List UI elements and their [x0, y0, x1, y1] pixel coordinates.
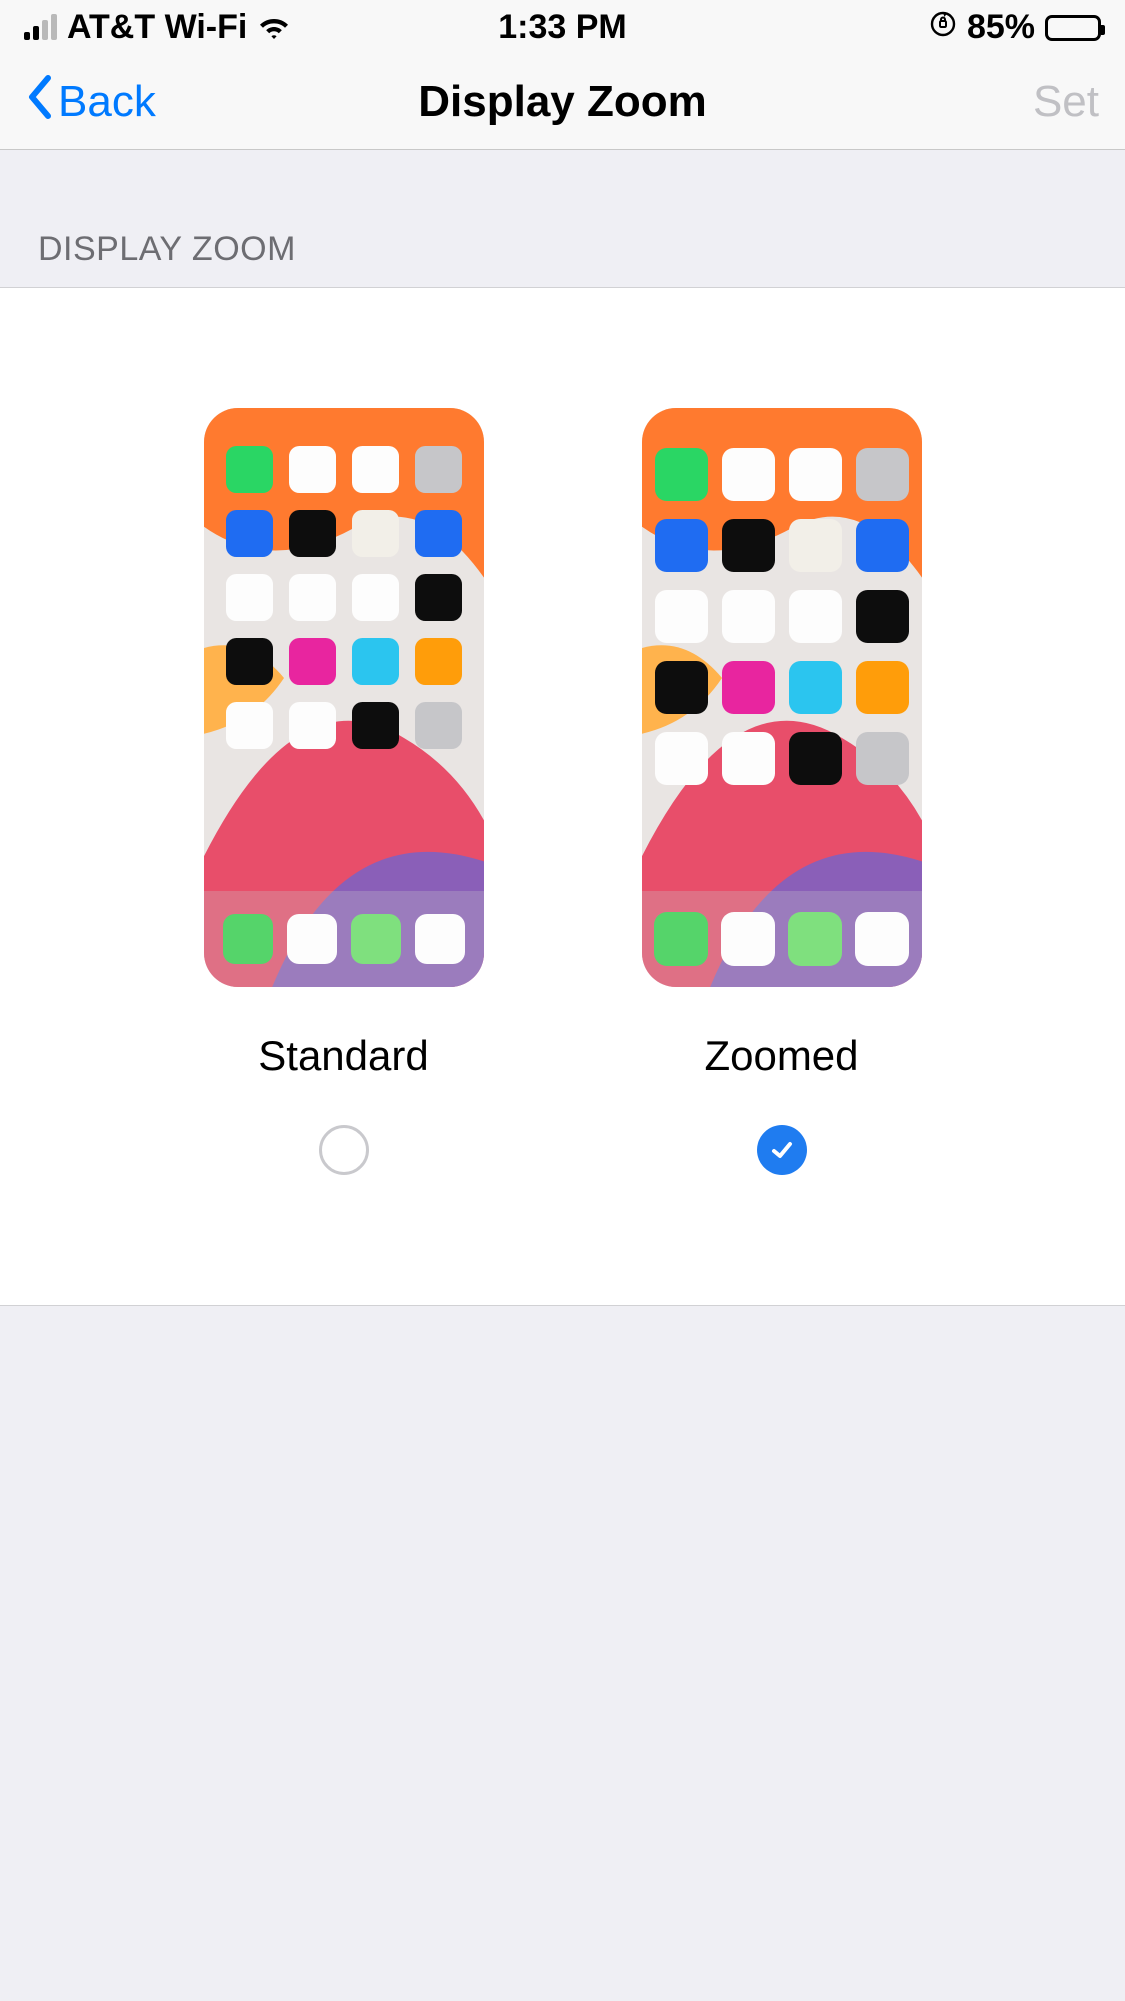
- back-label: Back: [58, 77, 156, 127]
- app-icon: [654, 912, 708, 966]
- app-icon: [226, 702, 273, 749]
- app-icon: [655, 661, 708, 714]
- option-zoomed-label: Zoomed: [704, 1032, 858, 1080]
- app-icon: [856, 519, 909, 572]
- app-icon: [655, 732, 708, 785]
- app-icon: [722, 519, 775, 572]
- option-standard-label: Standard: [258, 1032, 428, 1080]
- app-icon: [415, 702, 462, 749]
- cellular-signal-icon: [24, 16, 57, 40]
- battery-icon: [1045, 15, 1101, 41]
- app-icon: [855, 912, 909, 966]
- app-icon: [415, 446, 462, 493]
- app-icon: [223, 914, 273, 964]
- chevron-left-icon: [26, 74, 54, 131]
- app-icon: [722, 590, 775, 643]
- app-icon: [655, 448, 708, 501]
- app-icon: [789, 732, 842, 785]
- status-bar: AT&T Wi-Fi 1:33 PM 85%: [0, 0, 1125, 55]
- app-icon: [655, 590, 708, 643]
- app-icon: [721, 912, 775, 966]
- radio-zoomed[interactable]: [757, 1125, 807, 1175]
- page-title: Display Zoom: [0, 77, 1125, 127]
- app-icon-grid: [642, 448, 922, 785]
- app-icon: [289, 574, 336, 621]
- app-icon: [788, 912, 842, 966]
- wifi-icon: [257, 16, 291, 40]
- battery-percentage: 85%: [967, 8, 1035, 47]
- option-standard[interactable]: Standard: [204, 408, 484, 1175]
- app-icon: [289, 510, 336, 557]
- back-button[interactable]: Back: [26, 74, 156, 131]
- app-icon: [856, 590, 909, 643]
- preview-zoomed: [642, 408, 922, 987]
- status-right: 85%: [929, 8, 1101, 47]
- app-icon: [856, 661, 909, 714]
- option-zoomed[interactable]: Zoomed: [642, 408, 922, 1175]
- app-icon: [352, 446, 399, 493]
- app-icon: [789, 448, 842, 501]
- nav-bar: Back Display Zoom Set: [0, 55, 1125, 150]
- preview-standard: [204, 408, 484, 987]
- app-icon: [226, 638, 273, 685]
- app-icon: [415, 574, 462, 621]
- app-icon: [226, 446, 273, 493]
- app-icon: [722, 448, 775, 501]
- app-icon: [722, 732, 775, 785]
- app-icon: [226, 574, 273, 621]
- app-icon: [351, 914, 401, 964]
- radio-standard[interactable]: [319, 1125, 369, 1175]
- section-header: DISPLAY ZOOM: [0, 150, 1125, 287]
- app-icon: [856, 448, 909, 501]
- app-icon: [415, 510, 462, 557]
- app-icon: [226, 510, 273, 557]
- app-icon-grid: [204, 446, 484, 749]
- dock: [204, 891, 484, 987]
- app-icon: [352, 510, 399, 557]
- app-icon: [287, 914, 337, 964]
- set-button[interactable]: Set: [1033, 77, 1099, 127]
- zoom-options-panel: Standard: [0, 287, 1125, 1306]
- app-icon: [289, 446, 336, 493]
- orientation-lock-icon: [929, 8, 957, 47]
- app-icon: [352, 574, 399, 621]
- app-icon: [856, 732, 909, 785]
- dock: [642, 891, 922, 987]
- app-icon: [352, 702, 399, 749]
- app-icon: [352, 638, 399, 685]
- carrier-label: AT&T Wi-Fi: [67, 8, 247, 47]
- app-icon: [289, 638, 336, 685]
- status-left: AT&T Wi-Fi: [24, 8, 291, 47]
- app-icon: [789, 519, 842, 572]
- app-icon: [415, 638, 462, 685]
- app-icon: [789, 661, 842, 714]
- app-icon: [415, 914, 465, 964]
- app-icon: [789, 590, 842, 643]
- app-icon: [655, 519, 708, 572]
- app-icon: [722, 661, 775, 714]
- app-icon: [289, 702, 336, 749]
